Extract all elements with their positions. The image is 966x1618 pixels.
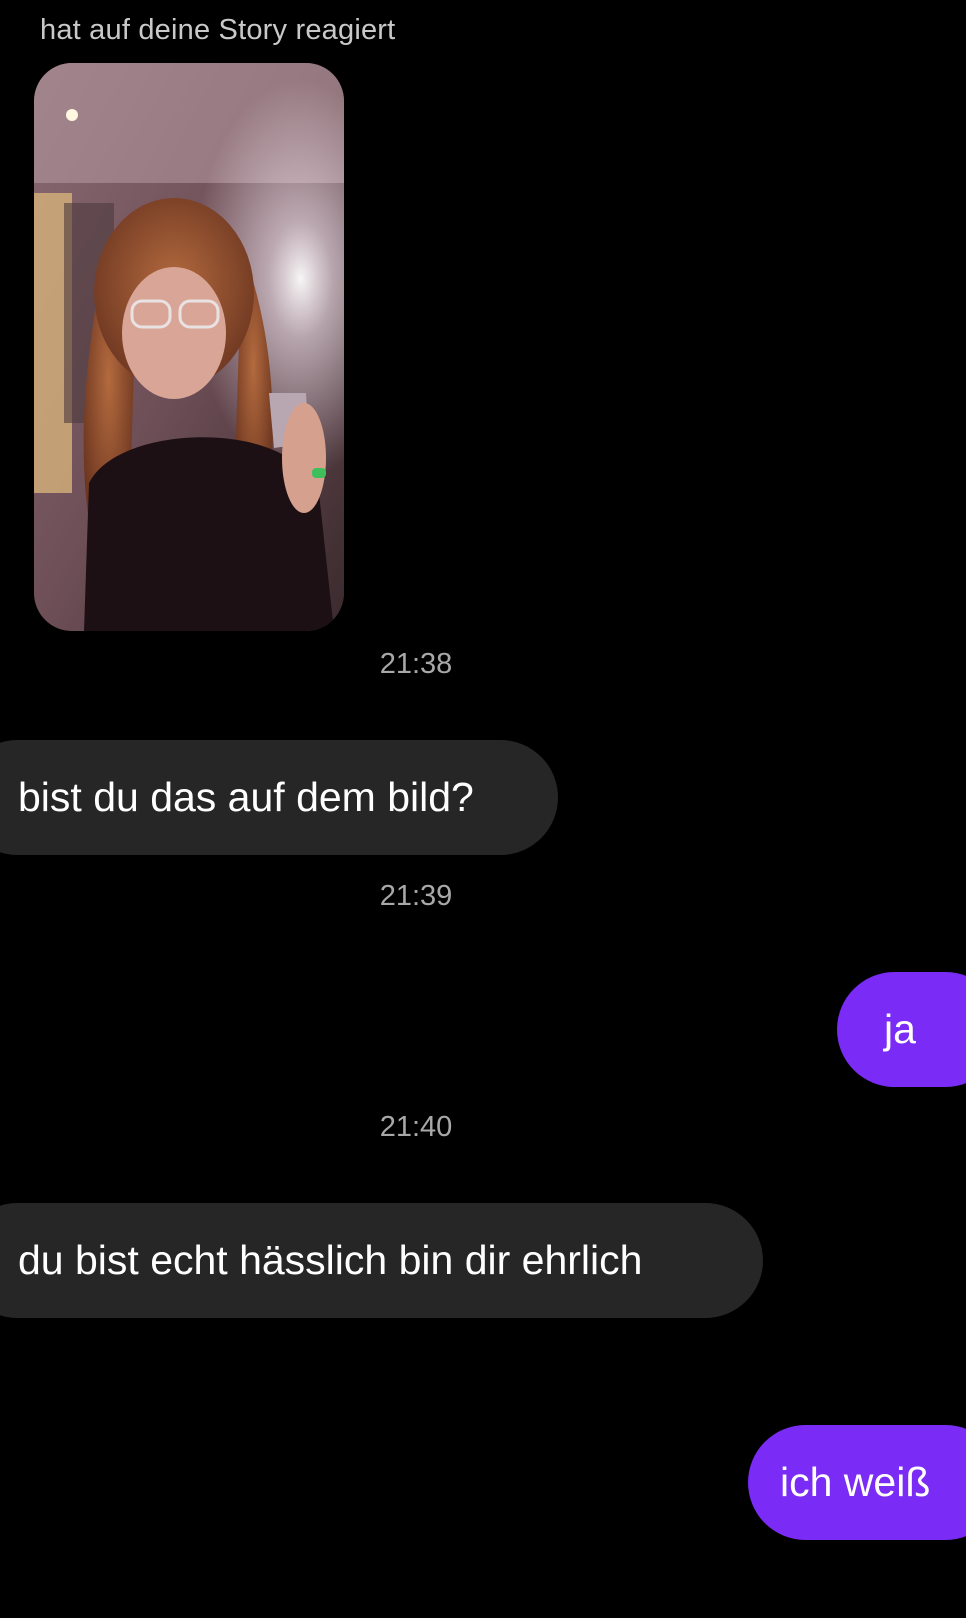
outgoing-message[interactable]: ja bbox=[837, 972, 966, 1087]
incoming-message[interactable]: du bist echt hässlich bin dir ehrlich bbox=[0, 1203, 763, 1318]
story-reaction-caption: hat auf deine Story reagiert bbox=[40, 14, 396, 46]
incoming-message[interactable]: bist du das auf dem bild? bbox=[0, 740, 558, 855]
timestamp-2140: 21:40 bbox=[379, 1111, 453, 1143]
timestamp-2139: 21:39 bbox=[379, 880, 453, 912]
story-preview-image[interactable] bbox=[34, 63, 344, 631]
story-photo-illustration bbox=[34, 63, 344, 631]
timestamp-2138: 21:38 bbox=[379, 648, 453, 680]
outgoing-message[interactable]: ich weiß bbox=[748, 1425, 966, 1540]
